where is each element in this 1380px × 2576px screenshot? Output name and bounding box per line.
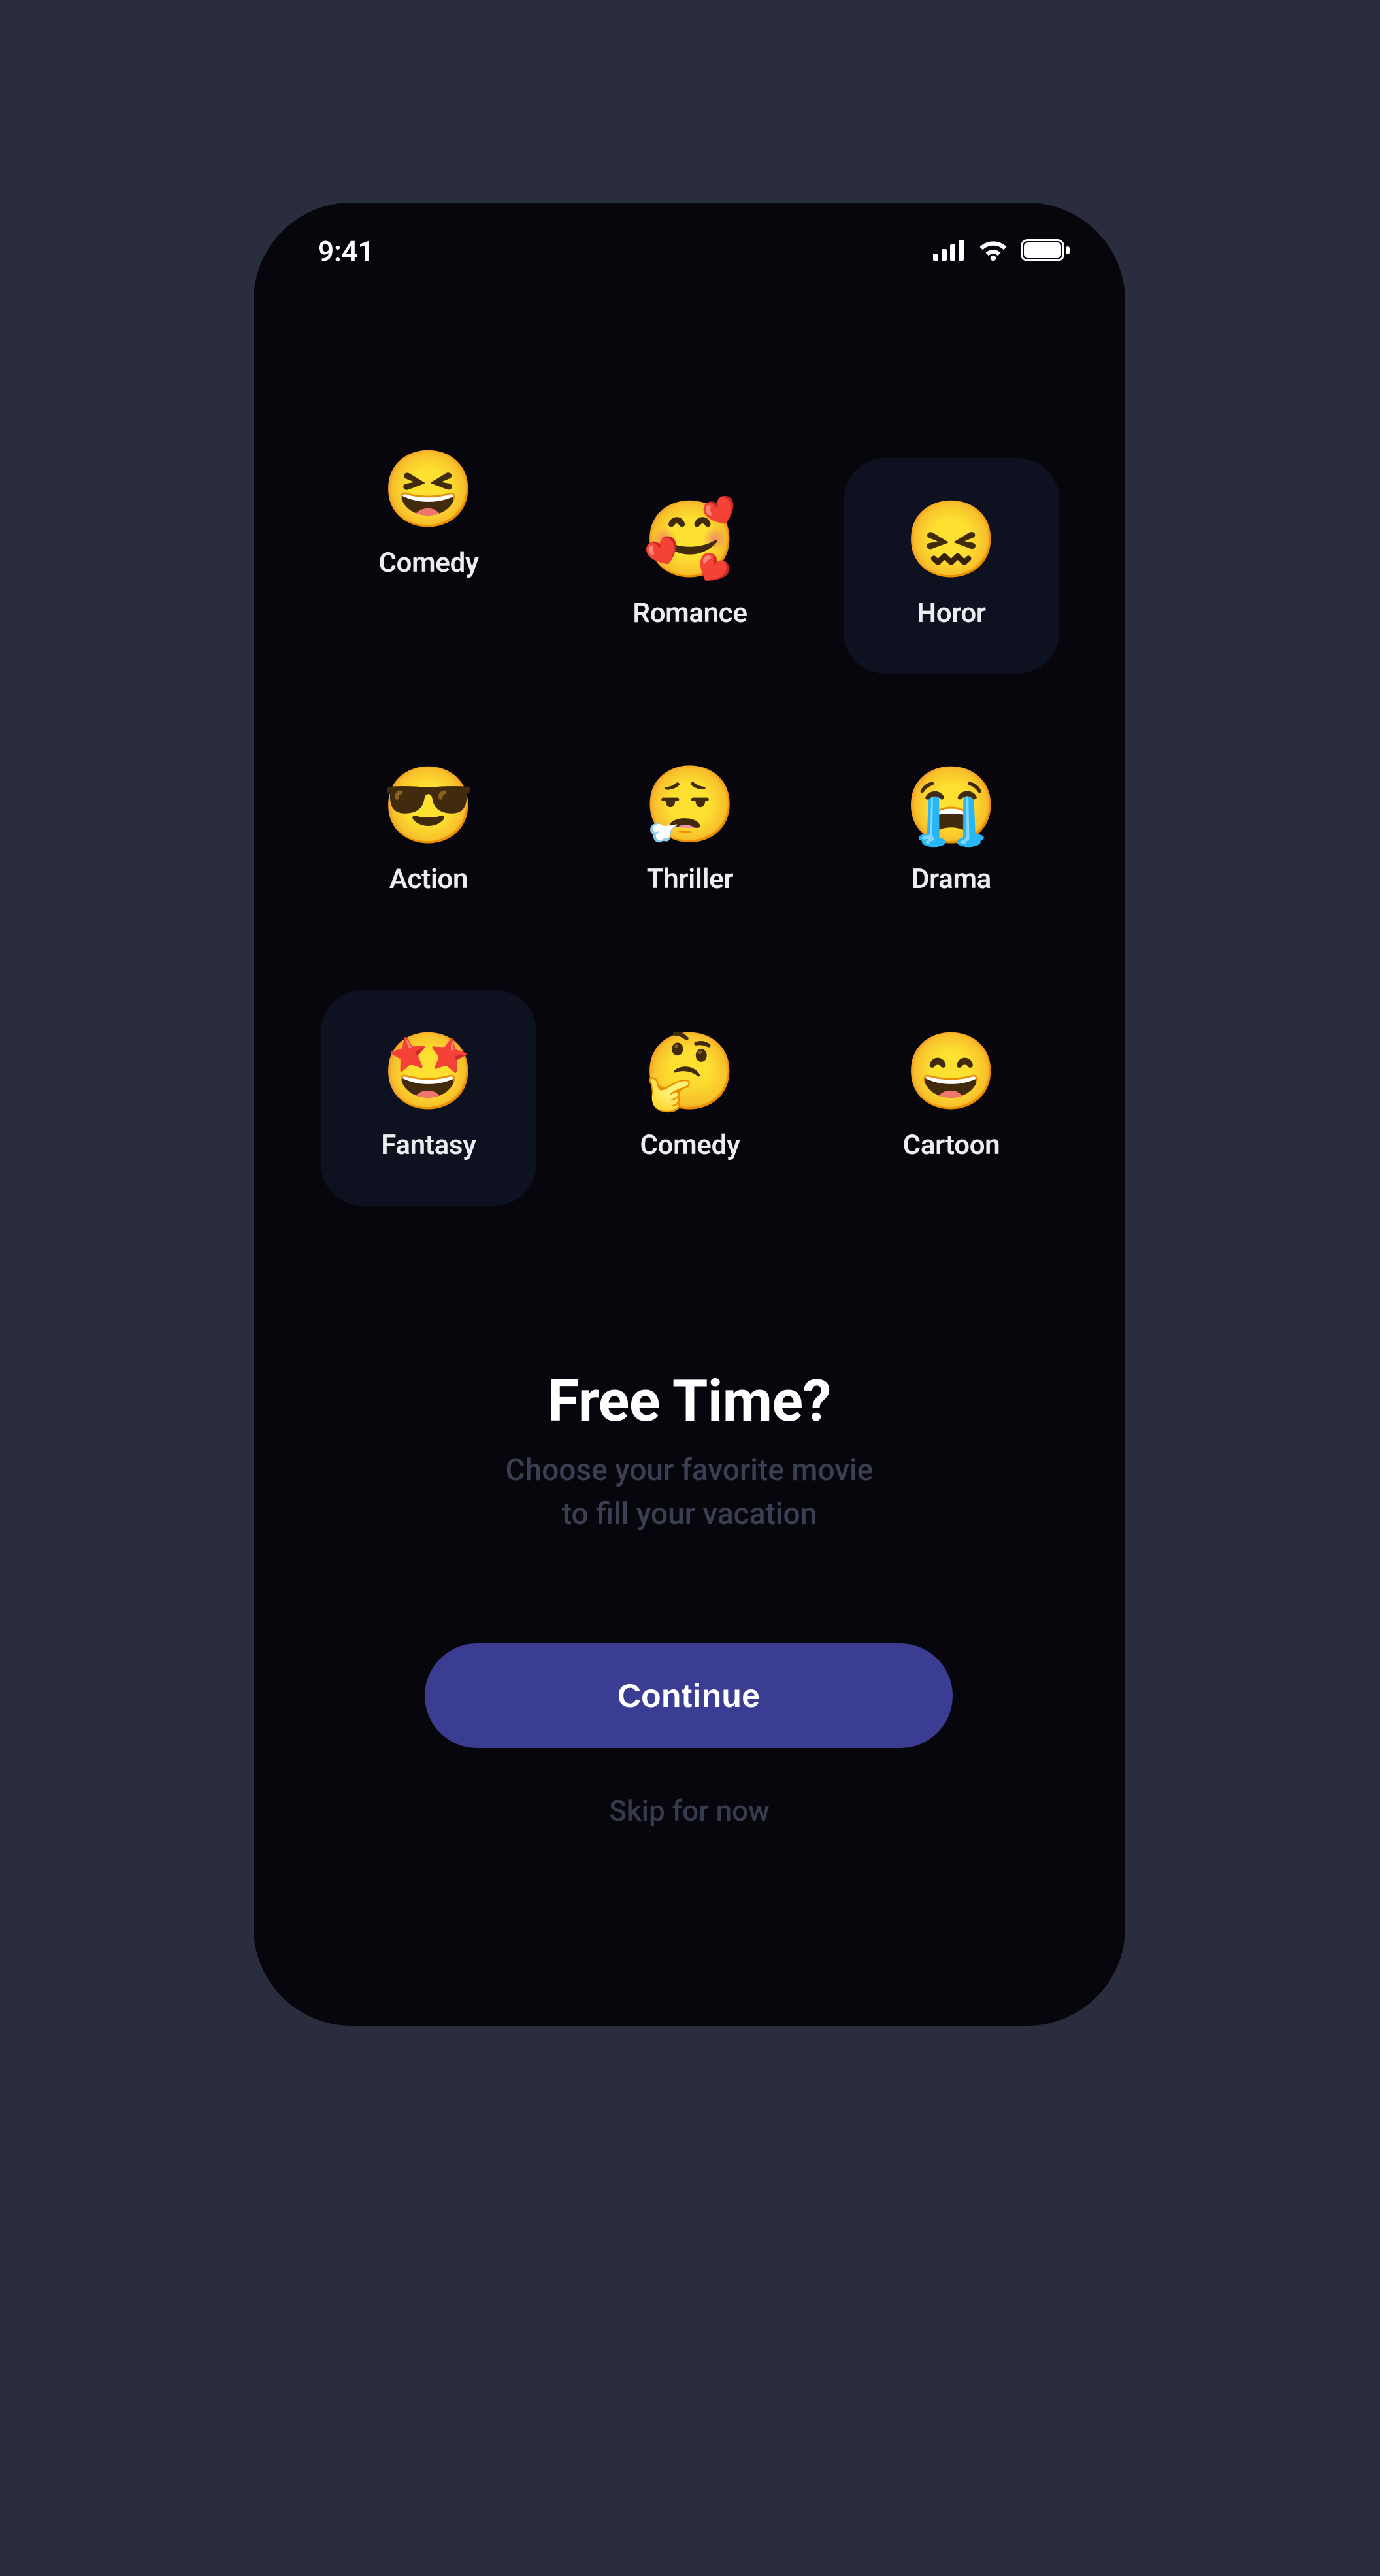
category-emoji: 😭: [904, 768, 998, 844]
category-label: Comedy: [640, 1129, 740, 1161]
category-emoji: 😎: [382, 768, 475, 844]
category-emoji: 🤔: [643, 1034, 736, 1110]
battery-icon: [1021, 239, 1070, 264]
category-grid: 😆 Comedy 🥰 Romance 😖 Horor 😎 Action 😮‍💨 Thriller 😭…: [321, 408, 1058, 1206]
category-label: Cartoon: [903, 1129, 1000, 1161]
category-fantasy[interactable]: 🤩 Fantasy: [321, 990, 536, 1206]
category-romance[interactable]: 🥰 Romance: [582, 458, 798, 674]
category-emoji: 🥰: [643, 503, 736, 578]
cellular-icon: [933, 240, 966, 263]
skip-link[interactable]: Skip for now: [254, 1794, 1125, 1828]
category-cartoon[interactable]: 😄 Cartoon: [844, 990, 1059, 1206]
category-label: Action: [389, 863, 468, 895]
category-comedy[interactable]: 😆 Comedy: [321, 408, 536, 623]
page-subtitle: Choose your favorite movieto fill your v…: [254, 1449, 1125, 1536]
status-time: 9:41: [318, 235, 374, 269]
category-label: Horor: [917, 597, 985, 629]
category-emoji: 😮‍💨: [643, 768, 736, 844]
page-title: Free Time?: [254, 1368, 1125, 1435]
category-comedy[interactable]: 🤔 Comedy: [582, 990, 798, 1206]
status-bar: 9:41: [254, 203, 1125, 301]
category-label: Drama: [912, 863, 991, 895]
phone-frame: 9:41: [254, 203, 1125, 2026]
category-emoji: 😖: [904, 503, 998, 578]
category-emoji: 🤩: [382, 1034, 475, 1110]
category-label: Comedy: [378, 547, 478, 579]
category-thriller[interactable]: 😮‍💨 Thriller: [582, 724, 798, 940]
category-action[interactable]: 😎 Action: [321, 724, 536, 940]
category-label: Thriller: [647, 863, 733, 895]
category-label: Romance: [632, 597, 747, 629]
continue-button[interactable]: Continue: [425, 1643, 953, 1748]
category-label: Fantasy: [381, 1129, 476, 1161]
wifi-icon: [978, 239, 1009, 264]
category-horor[interactable]: 😖 Horor: [844, 458, 1059, 674]
category-drama[interactable]: 😭 Drama: [844, 724, 1059, 940]
category-emoji: 😆: [382, 452, 475, 527]
category-emoji: 😄: [904, 1034, 998, 1110]
